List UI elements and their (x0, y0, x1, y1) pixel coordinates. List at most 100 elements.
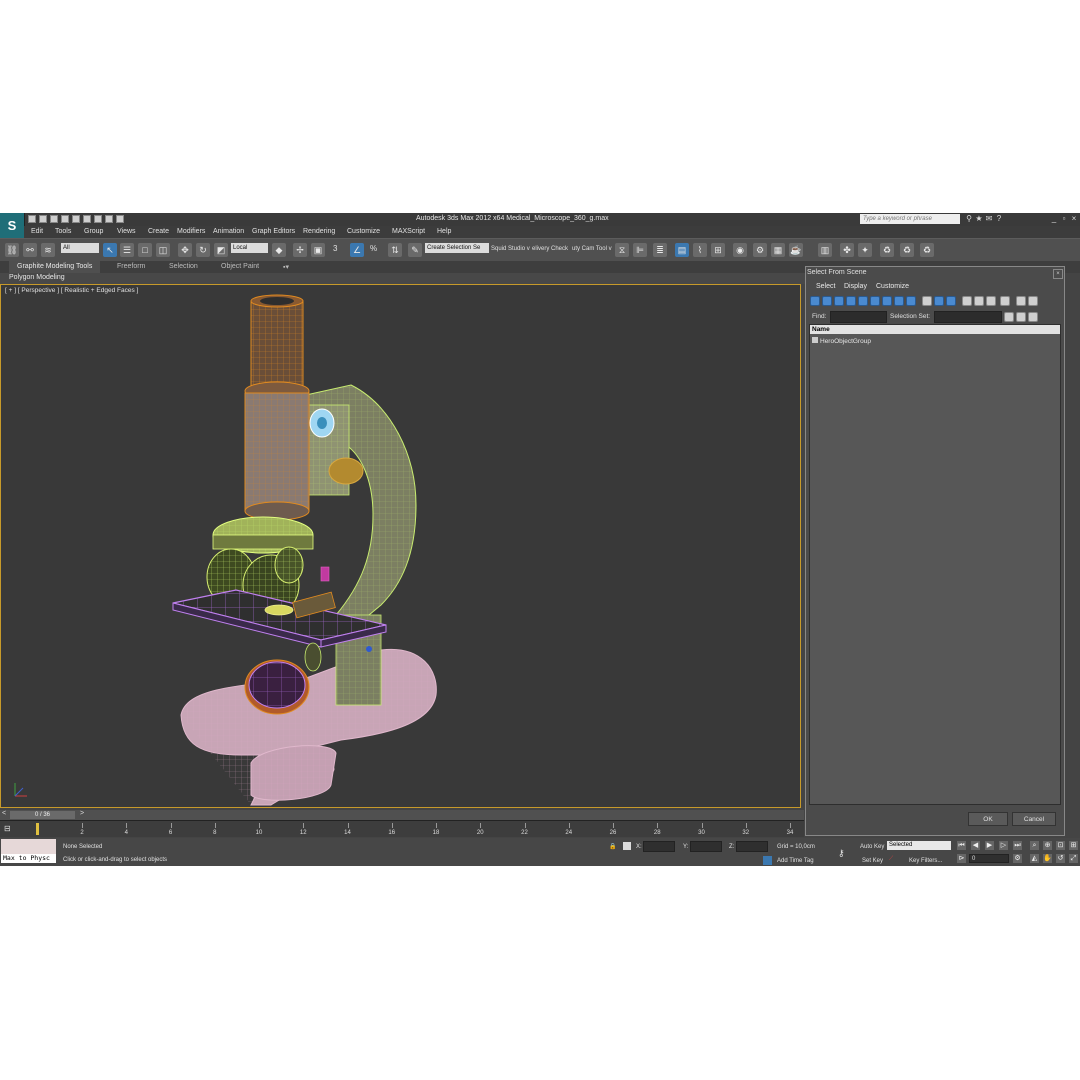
open-icon[interactable] (39, 215, 47, 223)
menu-customize[interactable]: Customize (347, 228, 380, 235)
plugin-button-3[interactable]: uty Cam Tool v (572, 246, 612, 252)
time-tag-icon[interactable] (763, 856, 772, 865)
link-icon[interactable]: ⛓ (5, 243, 19, 257)
ok-button[interactable]: OK (968, 812, 1008, 826)
dialog-close-icon[interactable]: × (1053, 269, 1063, 279)
spinner-snap-icon[interactable]: ⇅ (388, 243, 402, 257)
menu-rendering[interactable]: Rendering (303, 228, 335, 235)
percent-snap-icon[interactable]: % (370, 244, 377, 253)
pivot-center-icon[interactable]: ◆ (272, 243, 286, 257)
microscope-model[interactable] (1, 285, 801, 808)
tab-freeform[interactable]: Freeform (117, 263, 145, 270)
rendered-frame-icon[interactable]: ▦ (771, 243, 785, 257)
key-icon[interactable]: ⚷ (838, 848, 845, 859)
redo-icon[interactable] (72, 215, 80, 223)
set-key-icon[interactable]: ⟋ (889, 856, 893, 863)
keyboard-shortcut-icon[interactable]: ▣ (311, 243, 325, 257)
eyepiece-tube[interactable] (244, 294, 310, 521)
display-lights-icon[interactable] (834, 296, 844, 306)
time-slider-track[interactable]: < 0 / 36 > (0, 810, 804, 820)
rotate-icon[interactable]: ↻ (196, 243, 210, 257)
go-to-start-icon[interactable]: ⏮ (957, 841, 966, 850)
prev-frame-icon[interactable]: < (2, 810, 6, 817)
ribbon-options-icon[interactable]: ▪▾ (283, 263, 289, 271)
curve-editor-icon[interactable]: ⌇ (693, 243, 707, 257)
render-setup-icon[interactable]: ⚙ (753, 243, 767, 257)
menu-views[interactable]: Views (117, 228, 136, 235)
window-crossing-icon[interactable]: ◫ (156, 243, 170, 257)
key-filters-button[interactable]: Key Filters... (909, 858, 942, 864)
search-icon[interactable]: ⚲ (965, 214, 973, 223)
undo-icon[interactable] (61, 215, 69, 223)
cancel-button[interactable]: Cancel (1012, 812, 1056, 826)
zoom-extents-all-icon[interactable]: ⊞ (1069, 841, 1078, 850)
reference-coord-dropdown[interactable]: Local (231, 243, 268, 253)
filter-options-icon[interactable] (1028, 296, 1038, 306)
key-mode-icon[interactable]: ⊳ (957, 854, 966, 863)
plugin-icon[interactable]: ♻ (920, 243, 934, 257)
selection-set-icon[interactable] (1016, 312, 1026, 322)
fov-icon[interactable]: ◭ (1030, 854, 1039, 863)
project-icon[interactable] (83, 215, 91, 223)
mini-curve-editor-icon[interactable]: ⊟ (4, 824, 18, 834)
auto-key-button[interactable]: Auto Key (860, 844, 884, 850)
y-field[interactable] (690, 841, 722, 852)
selection-filter-dropdown[interactable]: All (61, 243, 99, 253)
select-invert-icon[interactable] (986, 296, 996, 306)
x-field[interactable] (643, 841, 675, 852)
display-geometry-icon[interactable] (810, 296, 820, 306)
current-frame-field[interactable]: 0 (969, 854, 1009, 863)
search-input[interactable]: Type a keyword or phrase (860, 214, 960, 224)
display-bones-icon[interactable] (906, 296, 916, 306)
new-icon[interactable] (28, 215, 36, 223)
close-icon[interactable]: × (1070, 214, 1078, 223)
selection-set-icon[interactable] (1028, 312, 1038, 322)
list-item[interactable]: HeroObjectGroup (812, 337, 871, 345)
named-selection-set-dropdown[interactable]: Create Selection Se (425, 243, 489, 253)
display-spacewarps-icon[interactable] (870, 296, 880, 306)
menu-group[interactable]: Group (84, 228, 103, 235)
app-logo-icon[interactable]: S (0, 213, 25, 238)
zoom-all-icon[interactable]: ⊕ (1043, 841, 1052, 850)
plugin-button-1[interactable]: Squid Studio v (491, 246, 530, 252)
key-mode-dropdown[interactable]: Selected (887, 841, 951, 850)
go-to-end-icon[interactable]: ⏭ (1013, 841, 1022, 850)
tab-selection[interactable]: Selection (169, 263, 198, 270)
save-icon[interactable] (50, 215, 58, 223)
sync-selection-icon[interactable] (1000, 296, 1010, 306)
select-object-icon[interactable]: ↖ (103, 243, 117, 257)
plugin-icon[interactable]: ✤ (840, 243, 854, 257)
maxscript-input[interactable]: Max to Physc (1, 854, 56, 863)
render-production-icon[interactable]: ☕ (789, 243, 803, 257)
rect-selection-icon[interactable]: □ (138, 243, 152, 257)
menu-maxscript[interactable]: MAXScript (392, 228, 425, 235)
select-all-icon[interactable] (962, 296, 972, 306)
time-marker[interactable] (36, 823, 39, 835)
add-time-tag[interactable]: Add Time Tag (777, 858, 814, 864)
menu-help[interactable]: Help (437, 228, 451, 235)
selection-set-icon[interactable] (1004, 312, 1014, 322)
dialog-menu-display[interactable]: Display (844, 283, 867, 290)
tab-object-paint[interactable]: Object Paint (221, 263, 259, 270)
display-invert-icon[interactable] (946, 296, 956, 306)
next-frame-icon[interactable]: > (80, 810, 84, 817)
display-helpers-icon[interactable] (858, 296, 868, 306)
select-by-name-icon[interactable]: ☰ (120, 243, 134, 257)
window-icon[interactable] (116, 215, 124, 223)
dialog-menu-select[interactable]: Select (816, 283, 835, 290)
snaps-toggle-icon[interactable]: 3 (333, 244, 337, 253)
display-groups-icon[interactable] (882, 296, 892, 306)
display-shapes-icon[interactable] (822, 296, 832, 306)
minimize-icon[interactable]: _ (1050, 214, 1058, 223)
plugin-icon[interactable]: ▥ (818, 243, 832, 257)
material-editor-icon[interactable]: ◉ (733, 243, 747, 257)
plugin-icon[interactable]: ♻ (880, 243, 894, 257)
plugin-icon[interactable]: ✦ (858, 243, 872, 257)
edit-named-sets-icon[interactable]: ✎ (408, 243, 422, 257)
unlink-icon[interactable]: ⚯ (23, 243, 37, 257)
pan-icon[interactable]: ✋ (1043, 854, 1052, 863)
perspective-viewport[interactable]: [ + ] [ Perspective ] [ Realistic + Edge… (0, 284, 801, 808)
display-all-icon[interactable] (922, 296, 932, 306)
filter-icon[interactable] (1016, 296, 1026, 306)
bind-space-warp-icon[interactable]: ≋ (41, 243, 55, 257)
